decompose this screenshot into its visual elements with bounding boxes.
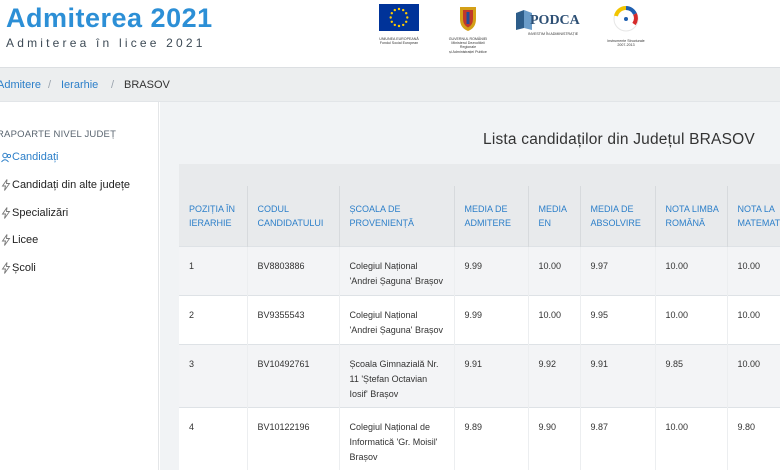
breadcrumb-separator: / [111,79,115,91]
sidebar-heading: RAPOARTE NIVEL JUDEȚ [0,129,117,140]
sidebar-item-label: Candidați [12,151,59,163]
users-icon [0,150,12,164]
cell-romanian-grade: 10.00 [655,245,728,295]
podca-caption: INVESTIM ÎN ADMINISTRAȚIE [528,32,579,36]
cell-math-grade: 10.00 [727,245,780,295]
gov-caption-line: și Administrației Publice [449,49,487,54]
government-logo: GUVERNUL ROMÂNIEI Ministerul Dezvoltării… [446,4,490,54]
column-header[interactable]: NOTA LA MATEMATICĂ [727,186,780,246]
cell-position: 2 [179,294,248,344]
cell-school: Școala Gimnazială Nr. 11 'Ștefan Octavia… [339,343,455,407]
sidebar-item-specializari[interactable]: Specializări [0,204,68,222]
cell-en-avg: 10.00 [528,245,581,295]
column-header[interactable]: NOTA LIMBA ROMÂNĂ [655,186,728,246]
cell-en-avg: 9.92 [528,343,581,407]
sidebar-item-candidati[interactable]: Candidați [0,148,58,166]
cell-code: BV10122196 [247,406,340,470]
gov-caption-line: Ministerul Dezvoltării Regionale [451,41,485,50]
cell-admission-avg: 9.99 [454,245,529,295]
page-title: Lista candidaților din Județul BRASOV [483,131,755,148]
is-caption: Instrumente Structurale 2007-2013 [604,39,648,47]
breadcrumb-item-current: BRASOV [124,79,170,91]
main-content: Lista candidaților din Județul BRASOV PO… [160,102,780,470]
table-header-row: POZIȚIA ÎN IERARHIE CODUL CANDIDATULUI Ș… [179,186,780,246]
cell-code: BV8803886 [247,245,340,295]
column-header[interactable]: ȘCOALA DE PROVENIENȚĂ [339,186,455,246]
candidates-table-container: POZIȚIA ÎN IERARHIE CODUL CANDIDATULUI Ș… [179,164,780,470]
sidebar-item-label: Candidați din alte județe [12,179,131,191]
column-header[interactable]: CODUL CANDIDATULUI [247,186,340,246]
table-row[interactable]: 4 BV10122196 Colegiul Național de Inform… [179,406,780,470]
cell-en-avg: 9.90 [528,406,581,470]
breadcrumb-item-admitere[interactable]: Admitere [0,79,41,91]
breadcrumb-separator: / [48,79,52,91]
breadcrumb-item-ierarhie[interactable]: Ierarhie [61,79,98,91]
table-toolbar [179,164,780,186]
coat-of-arms-icon [460,7,476,31]
sidebar: RAPOARTE NIVEL JUDEȚ Candidați Candidați… [0,102,159,470]
cell-position: 4 [179,406,248,470]
breadcrumb: Admitere / Ierarhie / BRASOV [0,67,780,102]
sidebar-item-label: Școli [12,262,36,274]
sidebar-item-candidati-alte-judete[interactable]: Candidați din alte județe [0,176,130,194]
sidebar-item-label: Licee [12,234,39,246]
app-subtitle: Admiterea în licee 2021 [6,36,206,50]
cell-school: Colegiul Național de Informatică 'Gr. Mo… [339,406,455,470]
eu-logo: UNIUNEA EUROPEANĂ Fondul Social European [377,4,421,45]
table-row[interactable]: 1 BV8803886 Colegiul Național 'Andrei Șa… [179,245,780,295]
eu-caption: UNIUNEA EUROPEANĂ Fondul Social European [377,37,421,45]
column-header[interactable]: MEDIA DE ADMITERE [454,186,529,246]
eu-caption-line: Fondul Social European [379,41,419,46]
bolt-icon [0,206,12,220]
header: Admiterea 2021 Admiterea în licee 2021 U… [0,0,780,67]
candidates-table: POZIȚIA ÎN IERARHIE CODUL CANDIDATULUI Ș… [179,186,780,470]
eu-flag-icon [379,4,419,31]
cell-code: BV9355543 [247,294,340,344]
cell-romanian-grade: 10.00 [655,294,728,344]
sidebar-item-scoli[interactable]: Școli [0,259,36,277]
cell-admission-avg: 9.91 [454,343,529,407]
column-header[interactable]: POZIȚIA ÎN IERARHIE [179,186,248,246]
app-title[interactable]: Admiterea 2021 [6,3,213,34]
cell-position: 3 [179,343,248,407]
podca-text: PODCA [530,13,580,28]
cell-graduation-avg: 9.91 [580,343,656,407]
cell-graduation-avg: 9.97 [580,245,656,295]
is-caption-line: 2007-2013 [617,43,635,48]
cell-romanian-grade: 9.85 [655,343,728,407]
cell-graduation-avg: 9.95 [580,294,656,344]
cell-code: BV10492761 [247,343,340,407]
bolt-icon [0,233,12,247]
cell-admission-avg: 9.89 [454,406,529,470]
structural-instruments-logo: Instrumente Structurale 2007-2013 [604,4,648,47]
column-header[interactable]: MEDIA DE ABSOLVIRE [580,186,656,246]
structural-instruments-icon [613,6,639,32]
sidebar-item-licee[interactable]: Licee [0,231,38,249]
cell-math-grade: 10.00 [727,343,780,407]
podca-logo: PODCA INVESTIM ÎN ADMINISTRAȚIE [514,4,588,36]
bolt-icon [0,178,12,192]
cell-graduation-avg: 9.87 [580,406,656,470]
table-row[interactable]: 2 BV9355543 Colegiul Național 'Andrei Șa… [179,294,780,344]
cell-math-grade: 10.00 [727,294,780,344]
column-header[interactable]: MEDIA EN [528,186,581,246]
cell-en-avg: 10.00 [528,294,581,344]
cell-school: Colegiul Național 'Andrei Șaguna' Brașov [339,245,455,295]
cell-position: 1 [179,245,248,295]
cell-math-grade: 9.80 [727,406,780,470]
cell-admission-avg: 9.99 [454,294,529,344]
bolt-icon [0,261,12,275]
table-row[interactable]: 3 BV10492761 Școala Gimnazială Nr. 11 'Ș… [179,343,780,407]
sidebar-item-label: Specializări [12,207,69,219]
gov-caption: GUVERNUL ROMÂNIEI Ministerul Dezvoltării… [446,37,490,54]
cell-school: Colegiul Național 'Andrei Șaguna' Brașov [339,294,455,344]
cell-romanian-grade: 10.00 [655,406,728,470]
